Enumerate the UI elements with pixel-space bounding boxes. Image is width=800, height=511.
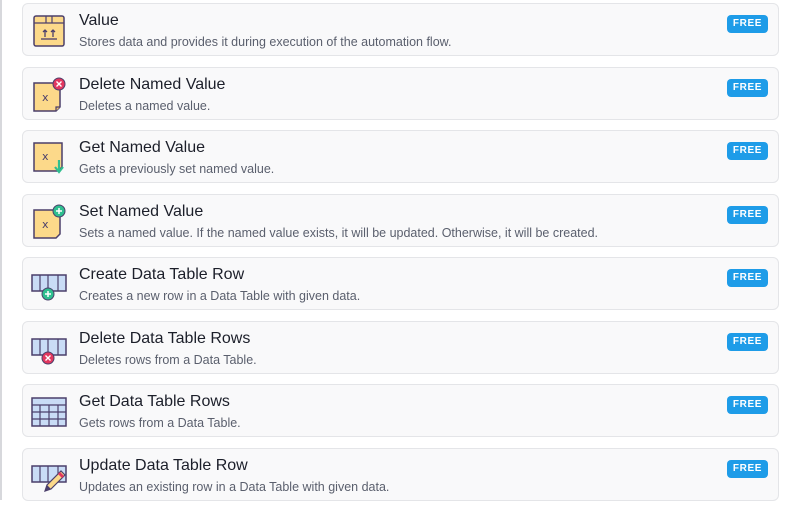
get-named-value-icon: x bbox=[31, 140, 67, 176]
action-title: Create Data Table Row bbox=[79, 266, 245, 283]
action-description: Gets rows from a Data Table. bbox=[79, 416, 241, 430]
action-title: Value bbox=[79, 12, 119, 29]
action-description: Deletes rows from a Data Table. bbox=[79, 352, 257, 367]
action-card-update-data-table-row[interactable]: Update Data Table Row Updates an existin… bbox=[22, 447, 779, 501]
action-description: Creates a new row in a Data Table with g… bbox=[79, 289, 361, 303]
action-description: Deletes a named value. bbox=[79, 98, 211, 113]
action-title: Get Named Value bbox=[79, 139, 205, 156]
action-card-get-data-table-rows[interactable]: Get Data Table Rows Gets rows from a Dat… bbox=[22, 384, 779, 437]
action-description: Sets a named value. If the named value e… bbox=[79, 225, 599, 240]
action-list: Value Stores data and provides it during… bbox=[22, 3, 779, 511]
action-title: Get Data Table Rows bbox=[79, 393, 230, 410]
action-description: Updates an existing row in a Data Table … bbox=[79, 479, 390, 494]
action-card-set-named-value[interactable]: x Set Named Value Sets a named value. If… bbox=[22, 193, 779, 247]
free-badge: FREE bbox=[726, 142, 768, 160]
action-title: Update Data Table Row bbox=[79, 456, 248, 474]
delete-table-rows-icon bbox=[31, 331, 67, 367]
svg-text:x: x bbox=[42, 218, 49, 231]
delete-named-value-icon: x bbox=[31, 77, 67, 113]
free-badge: FREE bbox=[726, 269, 768, 287]
action-title: Delete Data Table Rows bbox=[79, 329, 251, 347]
action-title: Set Named Value bbox=[79, 202, 204, 220]
set-named-value-icon: x bbox=[31, 204, 67, 240]
action-card-delete-data-table-rows[interactable]: Delete Data Table Rows Deletes rows from… bbox=[22, 320, 779, 374]
action-title: Delete Named Value bbox=[79, 75, 226, 93]
value-box-icon bbox=[31, 13, 67, 49]
action-card-create-data-table-row[interactable]: Create Data Table Row Creates a new row … bbox=[22, 257, 779, 310]
create-table-row-icon bbox=[31, 267, 67, 303]
free-badge: FREE bbox=[726, 459, 768, 478]
action-description: Gets a previously set named value. bbox=[79, 162, 275, 176]
free-badge: FREE bbox=[726, 396, 768, 414]
get-table-rows-icon bbox=[31, 394, 67, 430]
left-divider bbox=[0, 0, 2, 500]
svg-text:x: x bbox=[42, 150, 49, 163]
update-table-row-icon bbox=[31, 458, 67, 494]
free-badge: FREE bbox=[726, 15, 768, 33]
free-badge: FREE bbox=[726, 78, 768, 97]
free-badge: FREE bbox=[726, 205, 768, 224]
action-card-delete-named-value[interactable]: x Delete Named Value Deletes a named val… bbox=[22, 66, 779, 120]
action-card-value[interactable]: Value Stores data and provides it during… bbox=[22, 3, 779, 56]
svg-text:x: x bbox=[42, 91, 49, 104]
free-badge: FREE bbox=[726, 332, 768, 351]
action-description: Stores data and provides it during execu… bbox=[79, 35, 452, 49]
action-card-get-named-value[interactable]: x Get Named Value Gets a previously set … bbox=[22, 130, 779, 183]
